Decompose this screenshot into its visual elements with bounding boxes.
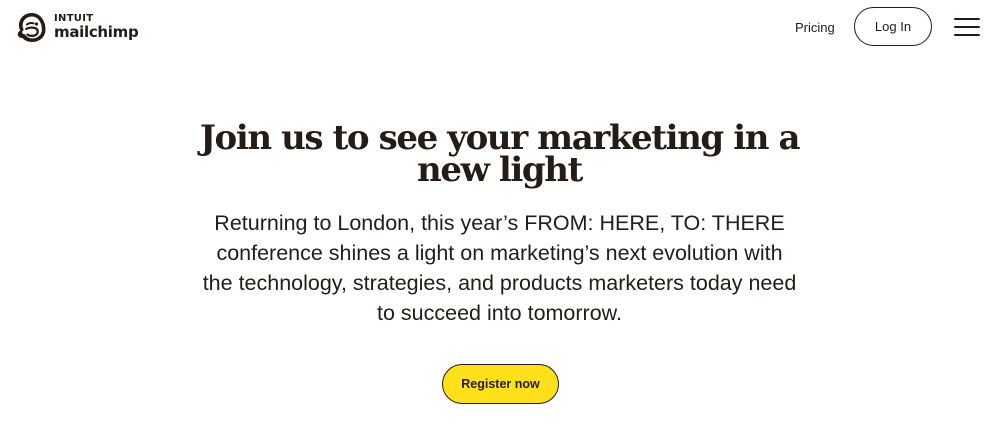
site-header: INTUIT mailchimp Pricing Log In [0, 0, 999, 56]
hero-title: Join us to see your marketing in a new l… [199, 118, 801, 190]
register-now-button[interactable]: Register now [442, 364, 559, 404]
pricing-link[interactable]: Pricing [795, 19, 835, 37]
hero-description: Returning to London, this year’s FROM: H… [202, 211, 797, 325]
hero-section: Join us to see your marketing in a new l… [0, 118, 999, 328]
logo-wordmark: INTUIT mailchimp [54, 14, 139, 41]
freddie-chimp-icon [17, 13, 46, 42]
hamburger-menu-icon[interactable] [954, 17, 980, 37]
login-button[interactable]: Log In [854, 7, 932, 46]
intuit-mailchimp-logo[interactable]: INTUIT mailchimp [15, 10, 139, 44]
logo-brand-bottom: mailchimp [54, 23, 139, 41]
